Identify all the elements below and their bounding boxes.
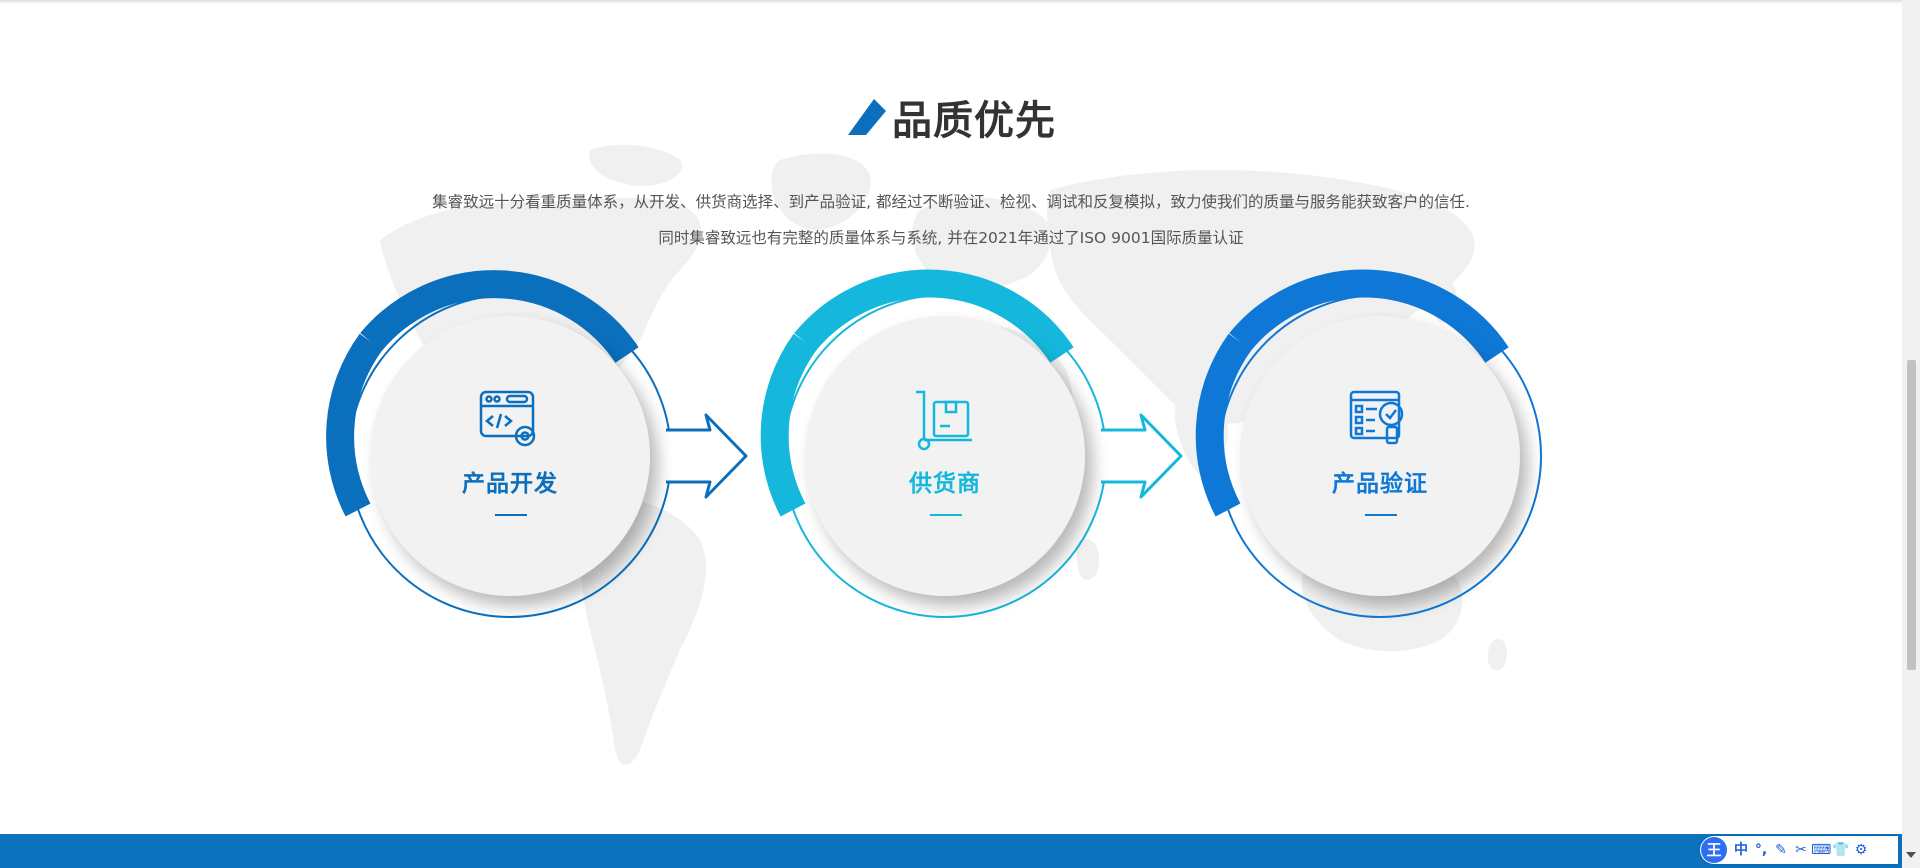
ime-toolbar[interactable]: 王 中 °, ✎ ✂ ⌨ 👕 ⚙ xyxy=(1700,836,1898,864)
step-underline xyxy=(1365,514,1397,516)
footer-bar xyxy=(0,834,1902,868)
step-underline xyxy=(495,514,527,516)
ime-mode-toggle[interactable]: 中 xyxy=(1731,836,1751,864)
vertical-scrollbar[interactable] xyxy=(1902,0,1920,868)
ime-settings-icon[interactable]: ⚙ xyxy=(1851,836,1871,864)
ime-keyboard-icon[interactable]: ⌨ xyxy=(1811,836,1831,864)
ime-handwriting-icon[interactable]: ✎ xyxy=(1771,836,1791,864)
ime-punctuation-icon[interactable]: °, xyxy=(1751,836,1771,864)
scrollbar-thumb[interactable] xyxy=(1907,360,1916,670)
page: 品质优先 集睿致远十分看重质量体系，从开发、供货商选择、到产品验证, 都经过不断… xyxy=(0,0,1920,868)
hand-truck-box-icon xyxy=(916,390,972,451)
ime-logo[interactable]: 王 xyxy=(1701,837,1727,863)
step-card-product-verification[interactable]: 产品验证 xyxy=(1240,316,1520,596)
scroll-down-arrow-icon[interactable] xyxy=(1906,852,1916,858)
step-label: 供货商 xyxy=(909,471,981,497)
step-card-product-development[interactable]: 产品开发 xyxy=(370,316,650,596)
step-card-supplier[interactable]: 供货商 xyxy=(805,316,1085,596)
step-underline xyxy=(930,514,962,516)
step-label: 产品验证 xyxy=(1332,471,1428,497)
checklist-magnifier-icon xyxy=(1349,390,1404,445)
ime-scissors-icon[interactable]: ✂ xyxy=(1791,836,1811,864)
code-window-gear-icon xyxy=(479,390,536,447)
step-label: 产品开发 xyxy=(462,471,558,497)
ime-skin-icon[interactable]: 👕 xyxy=(1831,836,1851,864)
